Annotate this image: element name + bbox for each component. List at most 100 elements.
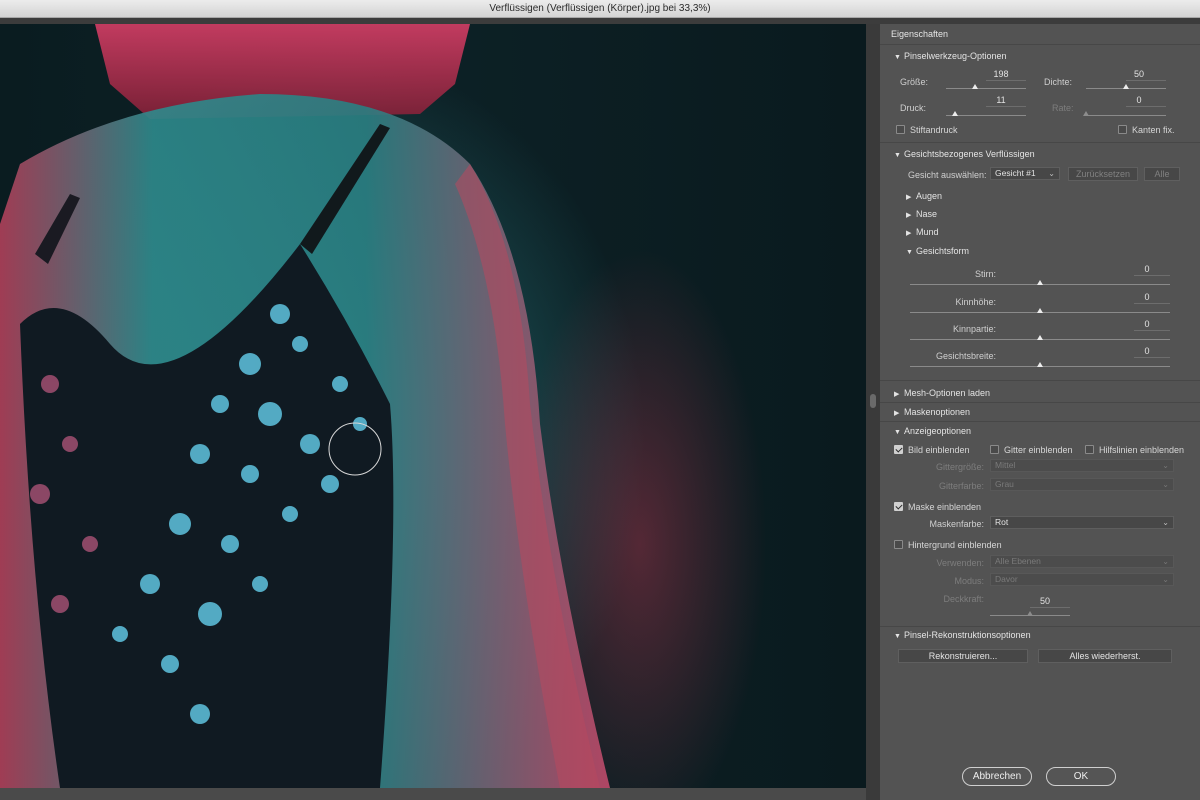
density-value-underline (1126, 80, 1166, 81)
section-reconstruct[interactable]: ▼ Pinsel-Rekonstruktionsoptionen (894, 630, 1031, 640)
mesh-color-label: Gitterfarbe: (938, 481, 984, 491)
stylus-pressure-label: Stiftandruck (910, 125, 958, 135)
jawline-label: Kinnpartie: (952, 324, 996, 334)
triangle-right-icon: ▶ (906, 230, 912, 237)
section-mask-options[interactable]: ▶ Maskenoptionen (894, 407, 970, 417)
show-guides-label: Hilfslinien einblenden (1099, 445, 1185, 455)
triangle-right-icon: ▶ (894, 391, 900, 398)
opacity-value: 50 (1039, 596, 1050, 606)
opacity-slider-thumb (1027, 611, 1033, 616)
mask-color-dropdown[interactable]: Rot ⌄ (990, 516, 1174, 529)
mesh-size-dropdown: Mittel ⌄ (990, 459, 1174, 472)
show-mask-label: Maske einblenden (908, 502, 982, 512)
show-backdrop-checkbox[interactable] (894, 540, 903, 549)
face-width-slider-thumb[interactable] (1037, 362, 1043, 367)
section-load-mesh[interactable]: ▶ Mesh-Optionen laden (894, 388, 990, 398)
subsection-eyes[interactable]: ▶ Augen (906, 191, 942, 201)
pressure-value[interactable]: 11 (988, 95, 1014, 105)
face-width-value[interactable]: 0 (1134, 346, 1160, 356)
restore-all-button[interactable]: Alles wiederherst. (1038, 649, 1172, 663)
chin-height-value-underline (1134, 303, 1170, 304)
image-canvas[interactable] (0, 24, 866, 788)
separator (880, 421, 1200, 422)
triangle-down-icon: ▼ (894, 633, 901, 640)
subsection-mouth[interactable]: ▶ Mund (906, 227, 939, 237)
opacity-label: Deckkraft: (943, 594, 984, 604)
face-width-value-underline (1134, 357, 1170, 358)
chin-height-label: Kinnhöhe: (955, 297, 996, 307)
chevron-down-icon: ⌄ (1162, 557, 1169, 566)
rate-value: 0 (1136, 95, 1142, 105)
section-view-options[interactable]: ▼ Anzeigeoptionen (894, 426, 971, 436)
show-image-checkbox[interactable] (894, 445, 903, 454)
opacity-value-underline (1030, 607, 1070, 608)
pin-edges-label: Kanten fix. (1132, 125, 1175, 135)
size-slider-thumb[interactable] (971, 84, 978, 89)
show-mask-checkbox[interactable] (894, 502, 903, 511)
splitter-grip-icon[interactable] (870, 394, 876, 408)
chin-height-slider-thumb[interactable] (1037, 308, 1043, 313)
properties-panel: Eigenschaften ▼ Pinselwerkzeug-Optionen G… (880, 24, 1200, 800)
select-face-label: Gesicht auswählen: (908, 170, 987, 180)
separator (880, 380, 1200, 381)
subsection-face-shape[interactable]: ▼ Gesichtsform (906, 246, 969, 256)
mask-color-label: Maskenfarbe: (929, 519, 984, 529)
section-brush-options[interactable]: ▼ Pinselwerkzeug-Optionen (894, 51, 1007, 61)
cancel-button[interactable]: Abbrechen (962, 767, 1032, 786)
rate-slider-track (1086, 115, 1166, 116)
pressure-value-underline (986, 106, 1026, 107)
density-label: Dichte: (1044, 77, 1073, 87)
forehead-value-underline (1134, 275, 1170, 276)
subsection-nose[interactable]: ▶ Nase (906, 209, 937, 219)
reset-button[interactable]: Zurücksetzen (1068, 167, 1138, 181)
show-guides-checkbox[interactable] (1085, 445, 1094, 454)
triangle-down-icon: ▼ (894, 54, 901, 61)
stylus-pressure-checkbox[interactable] (896, 125, 905, 134)
triangle-right-icon: ▶ (906, 212, 912, 219)
triangle-down-icon: ▼ (894, 429, 901, 436)
size-value[interactable]: 198 (988, 69, 1014, 79)
show-backdrop-label: Hintergrund einblenden (908, 540, 1002, 550)
mesh-size-label: Gittergröße: (935, 462, 984, 472)
size-slider-track[interactable] (946, 88, 1026, 89)
separator (880, 142, 1200, 143)
separator (880, 402, 1200, 403)
ok-button[interactable]: OK (1046, 767, 1116, 786)
rate-slider-thumb (1083, 111, 1089, 116)
forehead-value[interactable]: 0 (1134, 264, 1160, 274)
show-mesh-checkbox[interactable] (990, 445, 999, 454)
jawline-value[interactable]: 0 (1134, 319, 1160, 329)
pin-edges-checkbox[interactable] (1118, 125, 1127, 134)
rate-value-underline (1126, 106, 1166, 107)
jawline-value-underline (1134, 330, 1170, 331)
jawline-slider-thumb[interactable] (1037, 335, 1043, 340)
density-slider-thumb[interactable] (1123, 84, 1129, 89)
chevron-down-icon: ⌄ (1162, 480, 1169, 489)
canvas-horizontal-scrollbar[interactable] (0, 788, 866, 800)
use-dropdown: Alle Ebenen ⌄ (990, 555, 1174, 568)
select-face-dropdown[interactable]: Gesicht #1 ⌄ (990, 167, 1060, 180)
panel-splitter[interactable] (866, 24, 880, 800)
density-value[interactable]: 50 (1126, 69, 1152, 79)
pressure-slider-thumb[interactable] (951, 111, 958, 116)
mode-label: Modus: (954, 576, 984, 586)
rate-label: Rate: (1052, 103, 1074, 113)
face-width-label: Gesichtsbreite: (936, 351, 997, 361)
mode-dropdown: Davor ⌄ (990, 573, 1174, 586)
chin-height-value[interactable]: 0 (1134, 292, 1160, 302)
reconstruct-button[interactable]: Rekonstruieren... (898, 649, 1028, 663)
triangle-right-icon: ▶ (906, 194, 912, 201)
section-face-aware[interactable]: ▼ Gesichtsbezogenes Verflüssigen (894, 149, 1035, 159)
all-button[interactable]: Alle (1144, 167, 1180, 181)
chevron-down-icon: ⌄ (1162, 461, 1169, 470)
chevron-down-icon: ⌄ (1162, 575, 1169, 584)
pressure-slider-track[interactable] (946, 115, 1026, 116)
separator (880, 44, 1200, 45)
forehead-slider-thumb[interactable] (1037, 280, 1043, 285)
chevron-down-icon: ⌄ (1162, 518, 1169, 527)
chevron-down-icon: ⌄ (1048, 169, 1055, 178)
pressure-label: Druck: (900, 103, 927, 113)
window-title: Verflüssigen (Verflüssigen (Körper).jpg … (0, 0, 1200, 18)
triangle-down-icon: ▼ (894, 152, 901, 159)
show-image-label: Bild einblenden (908, 445, 970, 455)
